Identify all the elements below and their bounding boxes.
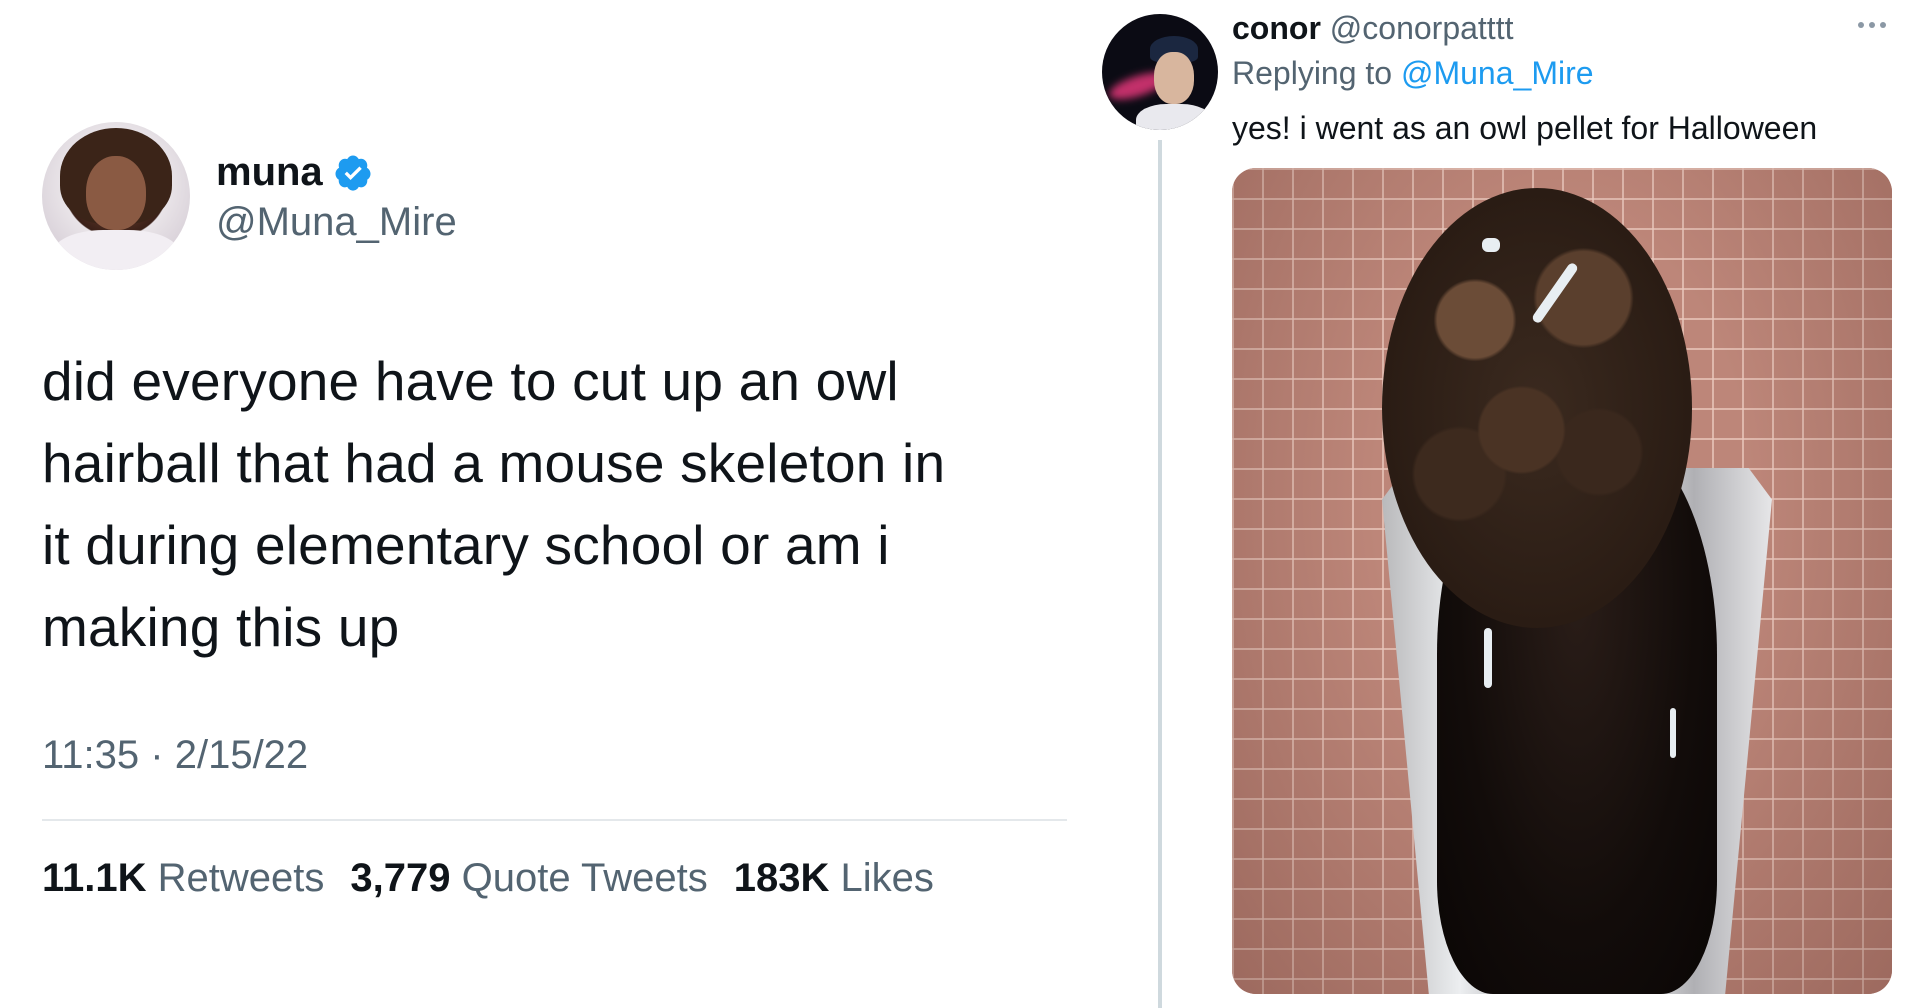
divider (42, 819, 1067, 821)
photo-curly-wig (1382, 188, 1692, 628)
photo-bone (1670, 708, 1676, 758)
quote-tweets-label: Quote Tweets (461, 856, 708, 900)
tweet-date: 2/15/22 (174, 733, 309, 777)
more-dot (1858, 22, 1864, 28)
reply-photo[interactable] (1232, 168, 1892, 994)
reply-tweet: conor @conorpatttt Replying to @Muna_Mir… (1100, 0, 1920, 1008)
avatar-shirt (52, 230, 180, 270)
tweet-text-line: hairball that had a mouse skeleton in (42, 432, 946, 494)
avatar-face (1154, 52, 1194, 104)
replying-mention-link[interactable]: @Muna_Mire (1401, 55, 1594, 91)
replying-prefix: Replying to (1232, 55, 1393, 91)
photo-bone (1482, 238, 1500, 252)
reply-header: conor @conorpatttt (1232, 10, 1513, 47)
meta-separator: · (150, 733, 164, 777)
avatar[interactable] (42, 122, 190, 270)
author-display-name[interactable]: muna (216, 150, 323, 195)
tweet-text-line: did everyone have to cut up an owl (42, 350, 899, 412)
reply-display-name[interactable]: conor (1232, 10, 1321, 46)
retweets-label: Retweets (157, 856, 325, 900)
quote-tweets-stat[interactable]: 3,779 Quote Tweets (350, 856, 707, 901)
reply-text: yes! i went as an owl pellet for Hallowe… (1232, 110, 1818, 146)
tweet-text-line: making this up (42, 596, 400, 658)
tweet-text-line: it during elementary school or am i (42, 514, 890, 576)
author-name-row: muna (216, 150, 373, 195)
avatar-shirt (1136, 104, 1212, 130)
quote-tweets-count: 3,779 (350, 856, 451, 900)
retweets-count: 11.1K (42, 856, 147, 900)
thread-line (1158, 140, 1162, 1008)
reply-avatar[interactable] (1102, 14, 1218, 130)
more-dot (1880, 22, 1886, 28)
tweet-time: 11:35 (42, 733, 140, 777)
photo-bone (1484, 628, 1492, 688)
likes-label: Likes (840, 856, 934, 900)
more-dot (1869, 22, 1875, 28)
avatar-face (86, 156, 146, 230)
likes-count: 183K (733, 856, 830, 900)
more-options-icon[interactable] (1858, 22, 1886, 28)
author-handle[interactable]: @Muna_Mire (216, 200, 457, 245)
verified-badge-icon (335, 155, 371, 191)
replying-to: Replying to @Muna_Mire (1232, 55, 1594, 92)
tweet-stats: 11.1K Retweets 3,779 Quote Tweets 183K L… (42, 856, 934, 901)
likes-stat[interactable]: 183K Likes (734, 856, 934, 901)
main-tweet: muna @Muna_Mire did everyone have to cut… (42, 0, 1072, 1008)
tweet-text: did everyone have to cut up an owl hairb… (42, 340, 1072, 668)
reply-handle[interactable]: @conorpatttt (1330, 10, 1514, 46)
tweet-timestamp[interactable]: 11:35 · 2/15/22 (42, 733, 308, 778)
retweets-stat[interactable]: 11.1K Retweets (42, 856, 324, 901)
